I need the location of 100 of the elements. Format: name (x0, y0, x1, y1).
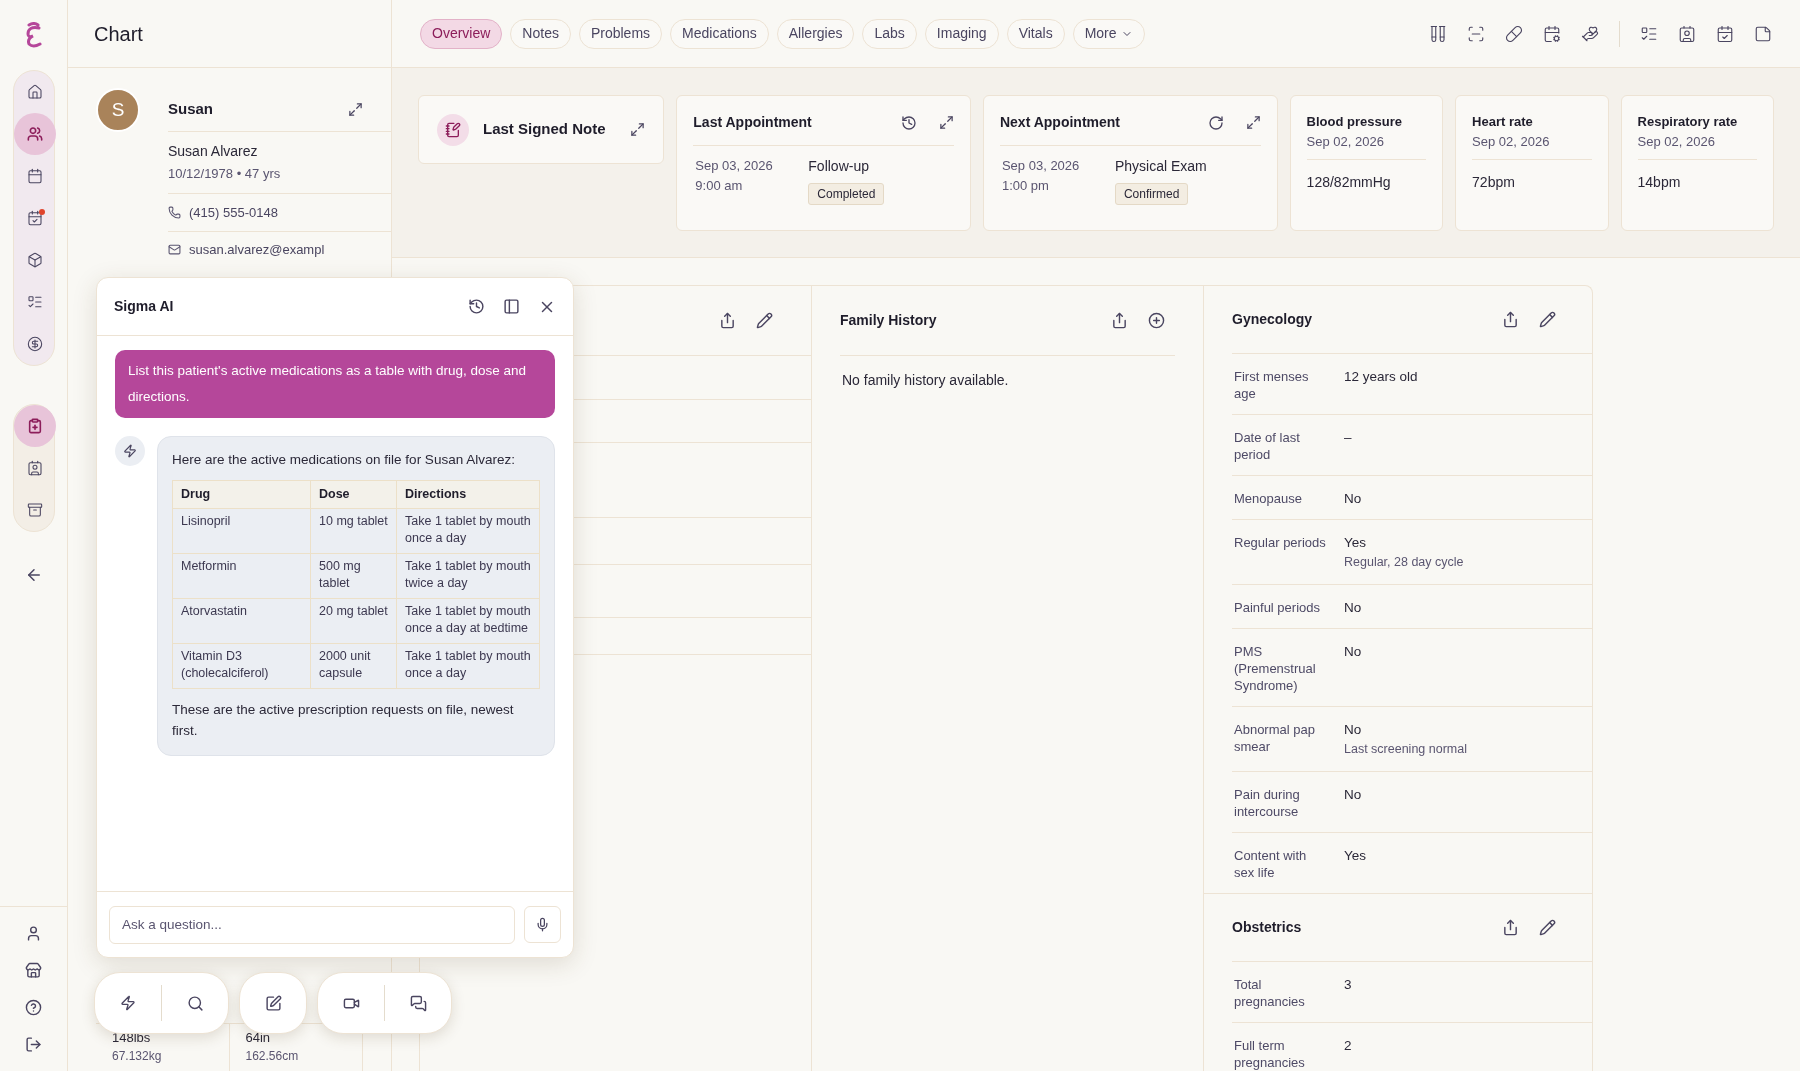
vital-date: Sep 02, 2026 (1637, 132, 1716, 151)
table-cell: 2000 unit capsule (310, 643, 397, 689)
panel-icon[interactable] (503, 298, 520, 315)
mic-button[interactable] (524, 906, 561, 943)
vital-name: Respiratory rate (1637, 113, 1739, 131)
tab[interactable]: Notes (510, 18, 571, 49)
bolt-icon (123, 444, 137, 458)
share-icon[interactable] (1502, 918, 1519, 936)
dollar-icon (26, 336, 43, 352)
note-icon[interactable] (1754, 24, 1772, 43)
field-value: Yes (1344, 534, 1368, 551)
field-value: No (1344, 598, 1362, 616)
appointment-time: 9:00 am (695, 176, 744, 195)
badge-icon[interactable] (1678, 24, 1696, 43)
card-title: Last Signed Note (483, 119, 606, 140)
edit-note-icon (264, 994, 282, 1012)
pill-icon[interactable] (1505, 24, 1523, 43)
field-value: 3 (1344, 975, 1352, 993)
share-icon[interactable] (1111, 312, 1128, 329)
help-icon[interactable] (25, 999, 42, 1016)
calendar-gear-icon[interactable] (1543, 24, 1561, 43)
tab[interactable]: Medications (670, 18, 769, 49)
card-title: Last Appointment (693, 113, 812, 132)
rail-button[interactable] (13, 113, 56, 155)
vital-date: Sep 02, 2026 (1306, 132, 1385, 151)
expand-icon[interactable] (630, 122, 646, 137)
tab[interactable]: Labs (862, 18, 917, 49)
field-value: No (1344, 720, 1363, 738)
stat-sub-value: 67.132kg (112, 1048, 163, 1065)
expand-icon[interactable] (938, 115, 954, 130)
field-label: Menopause (1233, 490, 1303, 507)
table-cell: 10 mg tablet (310, 508, 397, 554)
vital-value: 72bpm (1472, 173, 1516, 192)
logout-icon[interactable] (25, 1036, 42, 1053)
messages-icon (409, 994, 427, 1012)
tab[interactable]: Overview (420, 18, 503, 49)
rail-button[interactable] (13, 405, 56, 447)
edit-icon[interactable] (756, 312, 773, 329)
history-icon[interactable] (468, 298, 485, 315)
home-icon (26, 84, 43, 100)
expand-icon[interactable] (1245, 115, 1261, 130)
checklist-icon (26, 294, 43, 310)
store-icon[interactable] (25, 962, 42, 979)
table-cell: 500 mg tablet (310, 553, 397, 599)
badge-icon (26, 460, 43, 476)
tab[interactable]: Vitals (1006, 18, 1065, 49)
tab[interactable]: Problems (578, 18, 663, 49)
appointment-type: Follow-up (808, 157, 869, 176)
edit-icon[interactable] (1539, 311, 1556, 328)
refresh-icon[interactable] (1207, 114, 1224, 131)
calendar-check-icon[interactable] (1716, 24, 1734, 43)
section-title: Gynecology (1232, 310, 1313, 329)
section-title: Family History (840, 311, 937, 330)
tab[interactable]: Allergies (776, 18, 855, 49)
scan-icon[interactable] (1467, 24, 1485, 43)
card-title: Next Appointment (999, 113, 1120, 132)
table-cell: Vitamin D3 (cholecalciferol) (172, 643, 311, 689)
field-value: – (1344, 429, 1352, 446)
checklist-icon[interactable] (1640, 24, 1658, 43)
question-input[interactable]: Ask a question... (109, 905, 515, 944)
field-value: 2 (1344, 1036, 1352, 1054)
appointment-type: Physical Exam (1114, 157, 1207, 176)
field-label: Abnormal pap smear (1233, 720, 1316, 756)
patient-name: Susan Alvarez (168, 142, 259, 161)
table-cell: Atorvastatin (172, 598, 311, 644)
user-icon[interactable] (25, 925, 42, 942)
field-value: No (1344, 785, 1362, 803)
appointment-time: 1:00 pm (1001, 176, 1050, 195)
page-title: Chart (94, 21, 143, 47)
field-label: First menses age (1233, 368, 1310, 402)
tab[interactable]: More (1072, 18, 1145, 49)
history-icon[interactable] (900, 114, 917, 131)
avatar: S (96, 88, 140, 132)
share-icon[interactable] (1502, 311, 1519, 328)
share-icon[interactable] (719, 312, 736, 329)
table-cell: Take 1 tablet by mouth once a day (396, 643, 540, 689)
note-icon (445, 121, 461, 138)
vital-value: 128/82mmHg (1306, 173, 1392, 192)
table-cell: Lisinopril (172, 508, 311, 554)
add-icon[interactable] (1148, 312, 1165, 329)
section-title: Obstetrics (1232, 917, 1302, 937)
tab[interactable]: Imaging (924, 18, 999, 49)
patient-phone: (415) 555-0148 (189, 203, 278, 222)
table-header: Dose (310, 480, 397, 509)
field-label: Painful periods (1233, 598, 1321, 616)
ai-outro: These are the active prescription requests on file, newest first. (172, 701, 515, 740)
table-cell: Metformin (172, 553, 311, 599)
test-tubes-icon[interactable] (1429, 24, 1447, 43)
table-cell: Take 1 tablet by mouth twice a day (396, 553, 540, 599)
calendar-icon (26, 168, 43, 184)
expand-icon[interactable] (348, 102, 363, 117)
search-icon (186, 994, 204, 1012)
hand-heart-icon[interactable] (1581, 24, 1599, 43)
patient-first-name: Susan (168, 99, 213, 120)
people-icon (26, 126, 43, 142)
field-label: Total pregnancies (1233, 975, 1306, 1010)
field-label: Pain during intercourse (1233, 785, 1301, 820)
edit-icon[interactable] (1539, 918, 1556, 936)
appointment-date: Sep 03, 2026 (1001, 157, 1081, 175)
table-header: Directions (396, 480, 540, 509)
